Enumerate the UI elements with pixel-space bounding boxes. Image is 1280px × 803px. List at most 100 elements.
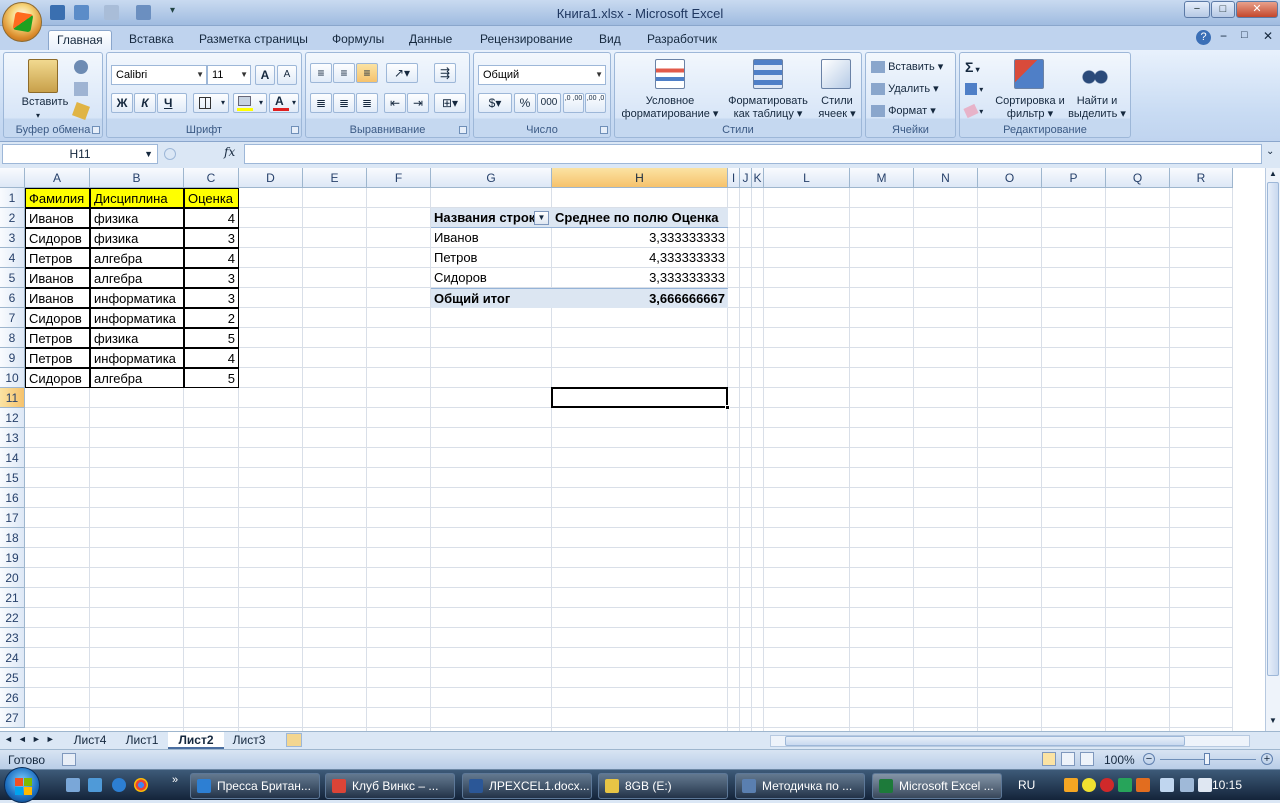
column-header-h[interactable]: H xyxy=(552,168,728,188)
table-cell[interactable]: 3 xyxy=(184,288,239,308)
page-break-view-icon[interactable] xyxy=(1080,752,1094,766)
align-left-icon[interactable]: ≣ xyxy=(310,93,332,113)
name-box[interactable]: H11 ▼ xyxy=(2,144,158,164)
table-cell[interactable]: Иванов xyxy=(25,268,90,288)
tab-home[interactable]: Главная xyxy=(48,30,112,50)
binoculars-icon[interactable] xyxy=(1080,59,1110,89)
zoom-level[interactable]: 100% xyxy=(1104,753,1135,767)
column-header-e[interactable]: E xyxy=(303,168,367,188)
table-cell[interactable]: 4 xyxy=(184,208,239,228)
tab-page-layout[interactable]: Разметка страницы xyxy=(191,30,316,50)
sheet-tab-1[interactable]: Лист4 xyxy=(62,732,118,749)
conditional-formatting-icon[interactable] xyxy=(655,59,685,89)
row-header-14[interactable]: 14 xyxy=(0,448,25,468)
column-header-a[interactable]: A xyxy=(25,168,90,188)
format-as-table-icon[interactable] xyxy=(753,59,783,89)
row-header-26[interactable]: 26 xyxy=(0,688,25,708)
page-layout-view-icon[interactable] xyxy=(1061,752,1075,766)
table-cell[interactable]: 4 xyxy=(184,348,239,368)
table-cell[interactable]: Сидоров xyxy=(25,228,90,248)
column-header-d[interactable]: D xyxy=(239,168,303,188)
row-header-22[interactable]: 22 xyxy=(0,608,25,628)
flag-tray-icon[interactable] xyxy=(1118,778,1132,792)
row-header-23[interactable]: 23 xyxy=(0,628,25,648)
row-header-6[interactable]: 6 xyxy=(0,288,25,308)
usb-tray-icon[interactable] xyxy=(1180,778,1194,792)
column-header-b[interactable]: B xyxy=(90,168,184,188)
antivirus-tray-icon[interactable] xyxy=(1100,778,1114,792)
table-cell[interactable]: 3 xyxy=(184,268,239,288)
table-cell[interactable]: Петров xyxy=(25,248,90,268)
column-header-c[interactable]: C xyxy=(184,168,239,188)
pivot-total-value[interactable]: 3,666666667 xyxy=(552,288,728,308)
alignment-launcher-icon[interactable] xyxy=(459,126,467,134)
row-header-15[interactable]: 15 xyxy=(0,468,25,488)
cell-styles-icon[interactable] xyxy=(821,59,851,89)
table-cell[interactable]: 2 xyxy=(184,308,239,328)
row-header-2[interactable]: 2 xyxy=(0,208,25,228)
explorer-icon[interactable] xyxy=(88,778,102,792)
italic-button[interactable]: К xyxy=(134,93,156,113)
column-header-o[interactable]: O xyxy=(978,168,1042,188)
quicklaunch-more-icon[interactable]: » xyxy=(172,774,178,786)
taskbar-item[interactable]: ЛРEXCEL1.docx... xyxy=(462,773,592,799)
row-header-12[interactable]: 12 xyxy=(0,408,25,428)
paste-icon[interactable] xyxy=(28,59,58,93)
ribbon-minimize-button[interactable]: − xyxy=(1220,29,1227,43)
increase-decimal-button[interactable]: ,0 ,00 xyxy=(563,93,584,113)
table-cell[interactable]: информатика xyxy=(90,288,184,308)
table-cell[interactable]: физика xyxy=(90,328,184,348)
merge-center-icon[interactable]: ⊞▾ xyxy=(434,93,466,113)
table-cell[interactable]: Петров xyxy=(25,328,90,348)
thousands-button[interactable]: 000 xyxy=(537,93,561,113)
tab-data[interactable]: Данные xyxy=(401,30,460,50)
row-header-9[interactable]: 9 xyxy=(0,348,25,368)
pivot-row-label[interactable]: Петров xyxy=(431,248,552,268)
format-as-table-button[interactable]: Форматировать как таблицу ▾ xyxy=(723,95,813,121)
horizontal-scrollbar[interactable] xyxy=(770,735,1250,747)
pivot-row-value[interactable]: 3,333333333 xyxy=(552,268,728,288)
select-all-corner[interactable] xyxy=(0,168,25,188)
align-right-icon[interactable]: ≣ xyxy=(356,93,378,113)
table-header-cell[interactable]: Оценка xyxy=(184,188,239,208)
table-cell[interactable]: алгебра xyxy=(90,268,184,288)
power-tray-icon[interactable] xyxy=(1082,778,1096,792)
font-color-button[interactable]: A ▾ xyxy=(269,93,299,113)
tab-developer[interactable]: Разработчик xyxy=(639,30,725,50)
number-format-select[interactable]: Общий ▼ xyxy=(478,65,606,85)
volume-tray-icon[interactable] xyxy=(1198,778,1212,792)
column-header-j[interactable]: J xyxy=(740,168,752,188)
find-select-button[interactable]: Найти и выделить ▾ xyxy=(1064,95,1130,121)
row-header-4[interactable]: 4 xyxy=(0,248,25,268)
column-header-r[interactable]: R xyxy=(1170,168,1233,188)
align-bottom-icon[interactable]: ≡ xyxy=(356,63,378,83)
sheet-tab-2[interactable]: Лист1 xyxy=(118,732,166,749)
table-cell[interactable]: Сидоров xyxy=(25,308,90,328)
close-button[interactable]: ✕ xyxy=(1236,1,1278,18)
worksheet-grid[interactable]: ABCDEFGHIJKLMNOPQR 1 2 3 4 5 6 7 8 9 10 11 12 13 14 15… xyxy=(0,168,1265,731)
column-header-l[interactable]: L xyxy=(764,168,850,188)
help-icon[interactable]: ? xyxy=(1196,30,1211,45)
clipboard-launcher-icon[interactable] xyxy=(92,126,100,134)
expand-formula-bar-icon[interactable]: ⌄ xyxy=(1266,146,1274,157)
tab-review[interactable]: Рецензирование xyxy=(472,30,581,50)
vertical-scrollbar[interactable]: ▲ ▼ xyxy=(1265,168,1280,731)
sort-filter-icon[interactable] xyxy=(1014,59,1044,89)
ie-icon[interactable] xyxy=(112,778,126,792)
row-header-8[interactable]: 8 xyxy=(0,328,25,348)
row-header-10[interactable]: 10 xyxy=(0,368,25,388)
table-cell[interactable]: 5 xyxy=(184,328,239,348)
insert-function-button[interactable]: fx xyxy=(224,145,235,159)
autosum-button[interactable]: Σ ▾ xyxy=(964,57,994,77)
column-header-q[interactable]: Q xyxy=(1106,168,1170,188)
insert-sheet-icon[interactable] xyxy=(286,733,302,747)
taskbar-item[interactable]: Пресса Британ... xyxy=(190,773,320,799)
copy-icon[interactable] xyxy=(74,82,88,96)
app-tray-icon[interactable] xyxy=(1136,778,1150,792)
row-header-5[interactable]: 5 xyxy=(0,268,25,288)
table-cell[interactable]: Сидоров xyxy=(25,368,90,388)
ribbon-close-button[interactable]: ✕ xyxy=(1263,29,1273,43)
bold-button[interactable]: Ж xyxy=(111,93,133,113)
align-center-icon[interactable]: ≣ xyxy=(333,93,355,113)
language-indicator[interactable]: RU xyxy=(1018,778,1035,792)
